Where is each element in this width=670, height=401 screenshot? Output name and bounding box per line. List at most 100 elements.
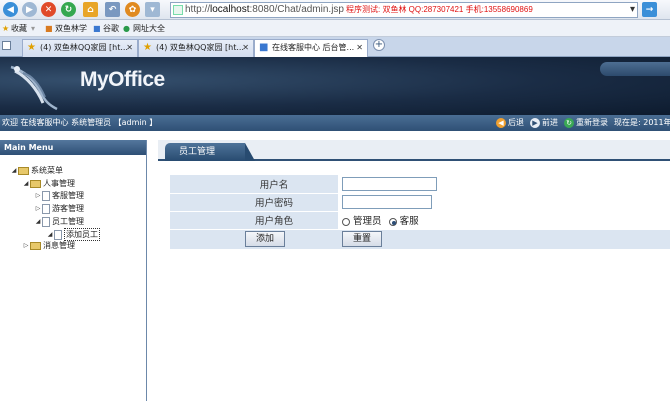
plugin-icon[interactable]: ✿ [125,2,140,17]
page-icon: ■ [259,42,269,53]
status-bar: 欢迎 在线客服中心 系统管理员 【admin 】 ◀ 后退 ▶ 前进 ↻ 重新登录 现… [0,115,670,131]
username-input[interactable] [342,176,437,191]
form-row: 用户密码 [170,193,670,212]
expand-icon[interactable]: ▷ [22,242,30,249]
tree-label: 员工管理 [52,217,84,226]
document-icon [42,216,50,227]
folder-icon [18,166,29,175]
forward-label: 前进 [542,118,558,127]
role-admin-radio[interactable] [342,217,350,226]
employee-form: 用户名 用户密码 用户角色 管理员 客服 添加 重置 [170,175,670,250]
back-icon: ◀ [496,118,506,128]
forward-link[interactable]: ▶ 前进 [530,115,558,131]
sidebar: Main Menu ◢ 系统菜单 ◢ 人事管理 ▷ 客服管理 ▷ 游客管理 ◢ 员工管理 … [0,140,147,401]
collapse-icon[interactable]: ◢ [34,218,42,225]
bird-logo-icon [10,65,58,111]
favorite-link[interactable]: 网址大全 [133,20,165,37]
bookmark-icon: ■ [45,24,53,33]
role-service-label[interactable]: 客服 [400,216,419,227]
back-arrow-icon[interactable]: ◀ [3,2,18,17]
favorites-bar: ★ 收藏 ▾ ■ 双鱼林学 ■ 谷歌 ● 网址大全 [0,20,670,37]
app-logo: MyOffice [80,68,165,91]
form-field [338,193,670,212]
password-input[interactable] [342,195,432,209]
tree-node-hr[interactable]: ◢ 人事管理 [22,178,75,189]
bookmark-icon: ■ [93,24,101,33]
home-icon[interactable]: ⌂ [83,2,98,17]
relogin-icon: ↻ [564,118,574,128]
expand-icon[interactable]: ▷ [34,205,42,212]
promo-text: 程序测试: 双鱼林 QQ:287307421 手机:13558690869 [346,5,533,14]
role-label: 用户角色 [170,211,338,230]
app-header: MyOffice [0,57,670,115]
reset-button[interactable]: 重置 [342,231,382,247]
tree-node-customer-mgmt[interactable]: ▷ 客服管理 [34,190,84,201]
form-field: 管理员 客服 [338,211,670,230]
form-row: 用户角色 管理员 客服 [170,211,670,230]
address-dropdown-icon[interactable]: ▾ [630,3,635,17]
browser-tab-strip: ★ (4) 双鱼林QQ家园 [ht... ✕ ★ (4) 双鱼林QQ家园 [ht… [0,37,670,58]
tree-node-employee-mgmt[interactable]: ◢ 员工管理 [34,216,84,227]
collapse-icon[interactable]: ◢ [46,231,54,238]
dropdown-icon[interactable]: ▾ [145,2,160,17]
back-link[interactable]: ◀ 后退 [496,115,524,131]
star-icon: ★ [143,42,152,53]
browser-tab[interactable]: ★ (4) 双鱼林QQ家园 [ht... ✕ [138,39,254,57]
browser-tab[interactable]: ★ (4) 双鱼林QQ家园 [ht... ✕ [22,39,138,57]
tree-node-visitor-mgmt[interactable]: ▷ 游客管理 [34,203,84,214]
tab-label: 在线客服中心 后台管... [272,43,355,52]
new-tab-button[interactable]: + [373,39,385,51]
collapse-icon[interactable]: ◢ [10,167,18,174]
role-admin-label[interactable]: 管理员 [353,216,382,227]
favorite-link[interactable]: 谷歌 [103,20,119,37]
current-time: 现在是: 2011年0 [614,118,670,127]
tree-node-root[interactable]: ◢ 系统菜单 [10,165,63,176]
tab-list-icon[interactable] [2,41,11,50]
tree-label: 消息管理 [43,241,75,250]
favorites-dropdown-icon[interactable]: ▾ [31,20,35,37]
collapse-icon[interactable]: ◢ [22,180,30,187]
tree-node-message-mgmt[interactable]: ▷ 消息管理 [22,240,75,251]
go-icon[interactable]: → [642,2,657,17]
page-icon [173,5,183,15]
undo-icon[interactable]: ↶ [105,2,120,17]
browser-tab-active[interactable]: ■ 在线客服中心 后台管... ✕ [254,39,368,58]
star-icon: ★ [27,42,36,53]
header-panel [600,62,670,76]
folder-icon [30,241,41,250]
relogin-link[interactable]: ↻ 重新登录 [564,115,608,131]
refresh-icon[interactable]: ↻ [61,2,76,17]
content-tab-bar: 员工管理 [158,140,670,161]
stop-icon[interactable]: ✕ [41,2,56,17]
close-icon[interactable]: ✕ [356,40,363,56]
password-label: 用户密码 [170,193,338,212]
favorites-star-icon: ★ [2,24,10,33]
tree-label: 游客管理 [52,204,84,213]
reset-button-cell: 重置 [338,229,670,250]
url-prefix: http:// [185,4,211,15]
url-host: localhost [210,4,250,15]
browser-toolbar: ◀ ▶ ✕ ↻ ⌂ ↶ ✿ ▾ http://localhost:8080/Ch… [0,0,670,20]
address-bar[interactable]: http://localhost:8080/Chat/admin.jsp 程序测… [170,2,638,18]
tab-label: (4) 双鱼林QQ家园 [ht... [156,43,244,52]
expand-icon[interactable]: ▷ [34,192,42,199]
tab-employee-mgmt[interactable]: 员工管理 [165,143,255,161]
role-service-radio[interactable] [388,217,397,226]
close-icon[interactable]: ✕ [242,40,249,56]
relogin-label: 重新登录 [576,118,608,127]
favorites-label[interactable]: 收藏 [11,20,27,37]
close-icon[interactable]: ✕ [126,40,133,56]
add-button[interactable]: 添加 [245,231,285,247]
back-label: 后退 [508,118,524,127]
tree-label: 人事管理 [43,179,75,188]
tab-label: (4) 双鱼林QQ家园 [ht... [40,43,128,52]
document-icon [54,229,62,240]
forward-arrow-icon[interactable]: ▶ [22,2,37,17]
favorite-link[interactable]: 双鱼林学 [55,20,87,37]
sidebar-title: Main Menu [0,140,146,155]
form-row: 用户名 [170,175,670,194]
username-label: 用户名 [170,175,338,194]
main-panel: 员工管理 用户名 用户密码 用户角色 管理员 客服 添加 重置 [158,140,670,401]
document-icon [42,203,50,214]
form-button-row: 添加 重置 [170,229,670,250]
